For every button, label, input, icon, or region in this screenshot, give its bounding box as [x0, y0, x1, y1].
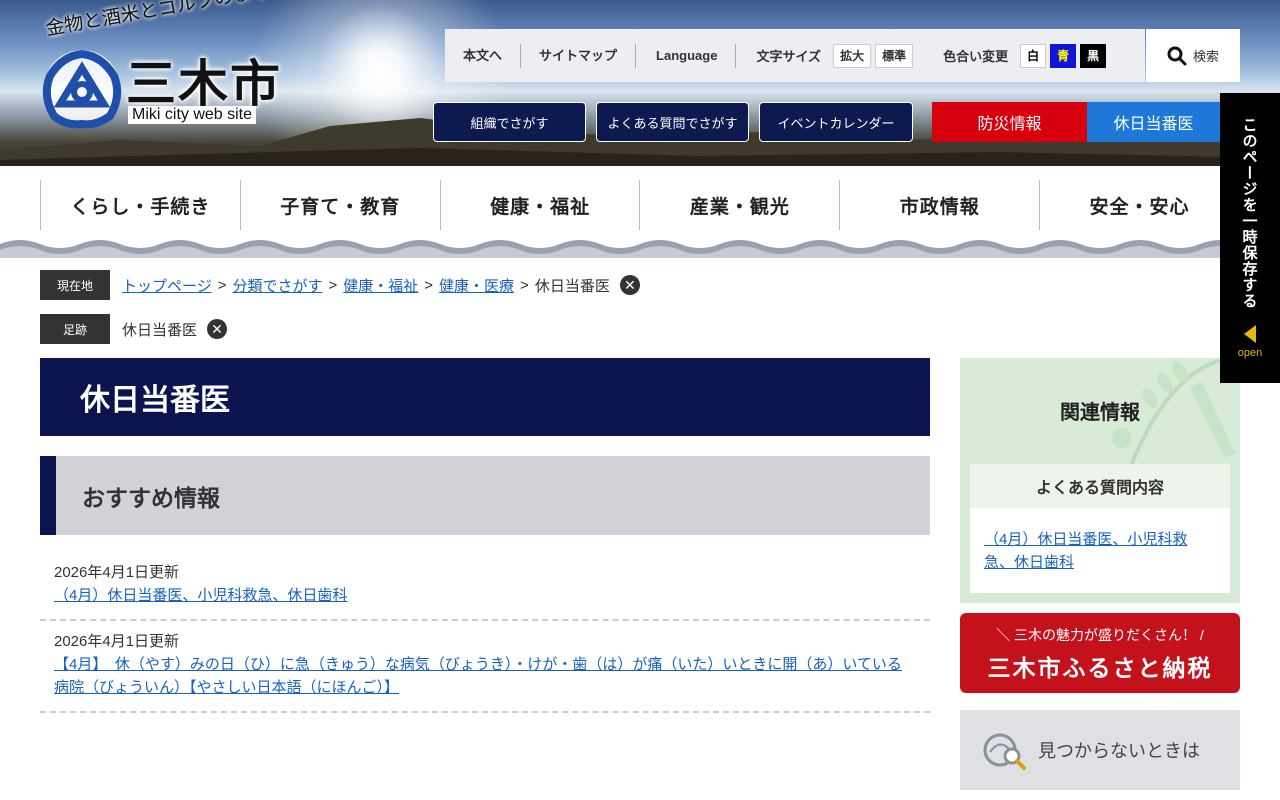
recommended-list: 2026年4月1日更新 （4月）休日当番医、小児科救急、休日歯科 2026年4月…: [40, 552, 930, 713]
save-page-tab[interactable]: このページを一時保存する open: [1220, 93, 1280, 383]
footprint-item[interactable]: 休日当番医: [122, 319, 197, 340]
breadcrumb-label: 現在地: [40, 270, 110, 300]
search-icon: [1167, 46, 1187, 65]
holiday-doctor-button[interactable]: 休日当番医: [1087, 102, 1220, 142]
search-label: 検索: [1192, 49, 1219, 64]
list-item: 2026年4月1日更新 【4月】 休（やす）みの日（ひ）に急（きゅう）な病気（び…: [40, 621, 930, 713]
furusato-subtitle: ＼ 三木の魅力が盛りだくさん！ /: [996, 627, 1204, 643]
site-header: 金物と酒米とゴルフのまち 三木市 Miki city web site 本文へ …: [0, 0, 1280, 166]
list-item: 2026年4月1日更新 （4月）休日当番医、小児科救急、休日歯科: [40, 552, 930, 621]
nav-living[interactable]: くらし・手続き: [40, 180, 240, 230]
city-emblem-icon[interactable]: [40, 46, 124, 130]
page-title: 休日当番医: [40, 358, 930, 436]
related-info-panel: 関連情報 よくある質問内容 （4月）休日当番医、小児科救急、休日歯科: [960, 358, 1240, 603]
wave-divider: [0, 240, 1280, 258]
breadcrumb: トップページ > 分類でさがす > 健康・福祉 > 健康・医療 > 休日当番医 …: [122, 270, 640, 300]
font-size-standard-button[interactable]: 標準: [875, 43, 914, 68]
nav-city-admin[interactable]: 市政情報: [839, 180, 1039, 230]
font-size-enlarge-button[interactable]: 拡大: [833, 43, 872, 68]
font-size-label: 文字サイズ: [756, 49, 822, 64]
faq-heading: よくある質問内容: [970, 464, 1230, 508]
furusato-title: 三木市ふるさと納税: [987, 655, 1213, 682]
color-black-button[interactable]: 黒: [1080, 43, 1107, 68]
faq-link[interactable]: （4月）休日当番医、小児科救急、休日歯科: [970, 508, 1230, 574]
utility-bar: 本文へ サイトマップ Language 文字サイズ 拡大 標準 色合い変更 白 …: [445, 29, 1145, 82]
nav-childcare[interactable]: 子育て・教育: [239, 180, 440, 230]
recommended-heading: おすすめ情報: [40, 456, 930, 535]
color-change-label: 色合い変更: [943, 49, 1009, 64]
related-info-title: 関連情報: [1060, 400, 1140, 424]
search-button[interactable]: 検索: [1146, 29, 1240, 82]
font-size-control: 文字サイズ 拡大 標準: [756, 43, 914, 68]
nav-health[interactable]: 健康・福祉: [439, 180, 640, 230]
disaster-info-button[interactable]: 防災情報: [932, 102, 1087, 142]
nav-safety[interactable]: 安全・安心: [1039, 180, 1240, 230]
not-found-label: 見つからないときは: [1038, 741, 1200, 761]
breadcrumb-link-health-medical[interactable]: 健康・医療: [439, 275, 514, 296]
color-white-button[interactable]: 白: [1020, 43, 1047, 68]
close-icon[interactable]: ✕: [207, 319, 228, 339]
sitemap-link[interactable]: サイトマップ: [521, 43, 637, 68]
arrow-left-icon: [1244, 325, 1256, 343]
magnifier-icon: [983, 733, 1026, 770]
furusato-banner[interactable]: ＼ 三木の魅力が盛りだくさん！ / 三木市ふるさと納税: [960, 613, 1240, 693]
update-date: 2026年4月1日更新: [54, 564, 180, 581]
event-calendar-button[interactable]: イベントカレンダー: [759, 102, 913, 142]
skip-to-content-link[interactable]: 本文へ: [445, 43, 522, 68]
footprint-label: 足跡: [40, 314, 110, 344]
nav-industry[interactable]: 産業・観光: [639, 180, 839, 230]
faq-box: よくある質問内容 （4月）休日当番医、小児科救急、休日歯科: [970, 464, 1230, 593]
not-found-button[interactable]: 見つからないときは: [960, 710, 1240, 790]
site-subtitle: Miki city web site: [128, 106, 257, 124]
breadcrumb-current: 休日当番医: [534, 277, 610, 295]
language-link[interactable]: Language: [636, 43, 737, 68]
color-control: 色合い変更 白 青 黒: [943, 43, 1107, 68]
color-blue-button[interactable]: 青: [1050, 43, 1077, 68]
global-nav: くらし・手続き 子育て・教育 健康・福祉 産業・観光 市政情報 安全・安心: [40, 180, 1240, 230]
save-page-text: このページを一時保存する: [1240, 117, 1259, 309]
site-tagline: 金物と酒米とゴルフのまち: [44, 0, 273, 41]
close-icon[interactable]: ✕: [619, 275, 640, 295]
search-faq-button[interactable]: よくある質問でさがす: [596, 102, 749, 142]
footprint: 休日当番医 ✕: [122, 314, 228, 344]
article-link[interactable]: 【4月】 休（やす）みの日（ひ）に急（きゅう）な病気（びょうき）・けが・歯（は）…: [54, 656, 902, 696]
breadcrumb-link-top[interactable]: トップページ: [122, 275, 212, 296]
breadcrumb-link-health-welfare[interactable]: 健康・福祉: [343, 275, 418, 296]
search-by-organization-button[interactable]: 組織でさがす: [433, 102, 586, 142]
breadcrumb-link-category[interactable]: 分類でさがす: [232, 275, 322, 296]
update-date: 2026年4月1日更新: [54, 633, 180, 650]
open-label: open: [1237, 347, 1263, 359]
article-link[interactable]: （4月）休日当番医、小児科救急、休日歯科: [54, 587, 347, 604]
